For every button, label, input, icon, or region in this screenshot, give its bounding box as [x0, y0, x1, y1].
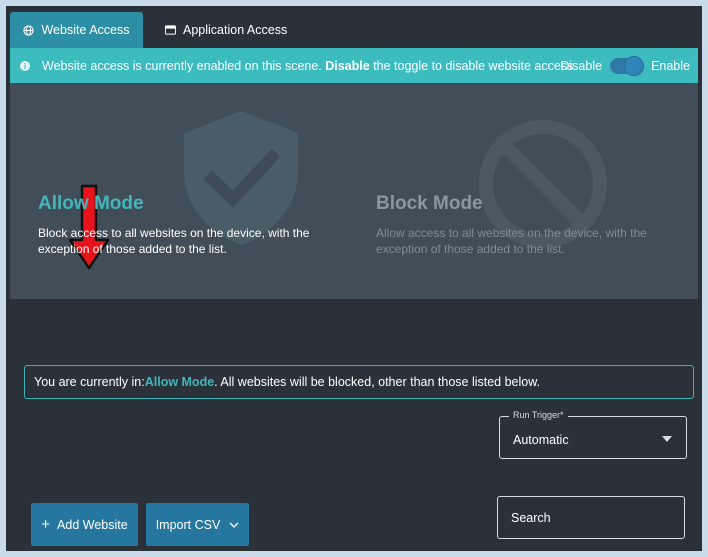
app-frame: Website Access Application Access Websit…	[6, 6, 702, 551]
tab-website-access-label: Website Access	[41, 23, 130, 37]
banner-message: Website access is currently enabled on t…	[42, 58, 577, 73]
run-trigger-value: Automatic	[513, 433, 569, 447]
tab-website-access[interactable]: Website Access	[10, 12, 143, 48]
website-access-banner: Website access is currently enabled on t…	[10, 48, 698, 83]
allow-mode-description: Block access to all websites on the devi…	[38, 226, 310, 256]
block-mode-title: Block Mode	[376, 193, 483, 214]
block-mode-card[interactable]: Block Mode Allow access to all websites …	[350, 83, 698, 299]
globe-icon	[23, 24, 35, 36]
website-access-toggle[interactable]	[610, 55, 645, 76]
toggle-enable-label: Enable	[651, 58, 690, 73]
block-mode-description: Allow access to all websites on the devi…	[376, 226, 647, 256]
mode-selector: Allow Mode Block access to all websites …	[10, 83, 698, 299]
allow-mode-card[interactable]: Allow Mode Block access to all websites …	[10, 83, 350, 299]
window-icon	[165, 25, 176, 35]
run-trigger-label: Run Trigger*	[509, 410, 568, 420]
chevron-down-icon	[229, 522, 239, 528]
caret-down-icon	[662, 436, 672, 442]
toggle-knob	[624, 55, 645, 76]
current-mode-name: Allow Mode	[144, 375, 215, 389]
run-trigger-select[interactable]: Run Trigger* Automatic	[499, 410, 687, 459]
toggle-disable-label: Disable	[560, 58, 603, 73]
tab-bar: Website Access Application Access	[10, 12, 309, 48]
search-input[interactable]	[497, 496, 685, 539]
current-mode-status: You are currently in: Allow Mode. All we…	[24, 365, 694, 399]
allow-mode-title: Allow Mode	[38, 193, 144, 214]
info-icon	[20, 60, 30, 71]
plus-icon: +	[41, 516, 51, 533]
tab-application-access-label: Application Access	[183, 23, 288, 37]
add-website-label: Add Website	[57, 517, 128, 532]
import-csv-button[interactable]: Import CSV	[146, 503, 249, 546]
import-csv-label: Import CSV	[155, 517, 221, 532]
tab-application-access[interactable]: Application Access	[143, 12, 309, 48]
website-access-toggle-group: Disable Enable	[560, 48, 690, 83]
add-website-button[interactable]: + Add Website	[31, 503, 138, 546]
